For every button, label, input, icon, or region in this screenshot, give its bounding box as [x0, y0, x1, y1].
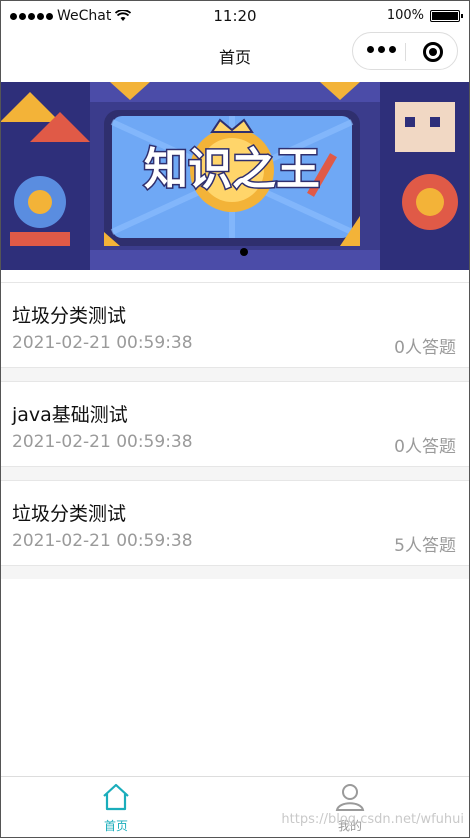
- user-icon: [335, 784, 365, 811]
- tab-home-label: 首页: [103, 819, 128, 833]
- list-divider: [0, 566, 470, 579]
- quiz-date: 2021-02-21 00:59:38: [12, 531, 193, 551]
- quiz-name: 垃圾分类测试: [12, 503, 127, 525]
- quiz-item[interactable]: 垃圾分类测试 2021-02-21 00:59:38 0人答题: [0, 282, 470, 368]
- banner-image: 知识之王: [0, 82, 470, 270]
- battery-info: 100%: [386, 8, 463, 23]
- list-divider: [0, 368, 470, 381]
- more-options-icon[interactable]: [367, 46, 396, 53]
- close-program-icon[interactable]: [423, 42, 443, 62]
- quiz-participant-count: 0人答题: [394, 437, 456, 457]
- quiz-item[interactable]: java基础测试 2021-02-21 00:59:38 0人答题: [0, 381, 470, 467]
- quiz-participant-count: 0人答题: [394, 338, 456, 358]
- tab-home[interactable]: 首页: [86, 783, 146, 834]
- capsule-divider: [405, 43, 406, 61]
- quiz-item[interactable]: 垃圾分类测试 2021-02-21 00:59:38 5人答题: [0, 480, 470, 566]
- quiz-participant-count: 5人答题: [394, 536, 456, 556]
- tab-bar: 首页 我的: [0, 776, 470, 839]
- status-bar: WeChat 11:20 100%: [0, 0, 470, 32]
- watermark: https://blog.csdn.net/wfuhui: [281, 812, 464, 827]
- svg-text:知识之王: 知识之王: [144, 144, 320, 195]
- mini-program-capsule: [352, 32, 458, 70]
- banner-swiper[interactable]: 知识之王: [0, 82, 470, 270]
- navigation-bar: 首页: [0, 32, 470, 80]
- list-divider: [0, 467, 470, 480]
- battery-icon: [430, 9, 463, 22]
- quiz-date: 2021-02-21 00:59:38: [12, 333, 193, 353]
- quiz-name: 垃圾分类测试: [12, 305, 127, 327]
- quiz-list: 垃圾分类测试 2021-02-21 00:59:38 0人答题 java基础测试…: [0, 282, 470, 579]
- swiper-indicator-dot[interactable]: [240, 248, 248, 256]
- home-icon: [103, 783, 129, 811]
- quiz-date: 2021-02-21 00:59:38: [12, 432, 193, 452]
- quiz-name: java基础测试: [12, 404, 128, 426]
- battery-percent: 100%: [386, 8, 424, 23]
